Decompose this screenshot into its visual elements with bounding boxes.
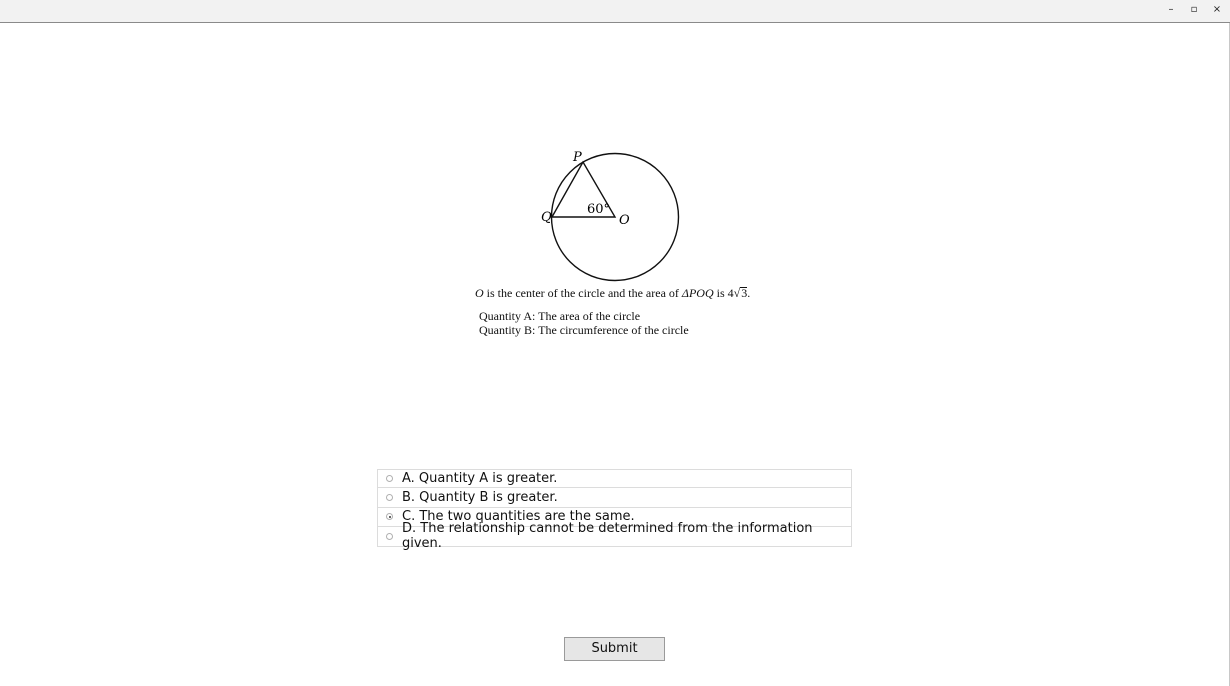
radio-a[interactable] <box>386 475 393 482</box>
option-d-label: D. The relationship cannot be determined… <box>402 521 813 552</box>
answer-options: A. Quantity A is greater. B. Quantity B … <box>377 469 852 551</box>
option-a-label: A. Quantity A is greater. <box>402 471 558 486</box>
statement-text1: is the center of the circle and the area… <box>483 286 682 300</box>
minimize-button[interactable]: – <box>1164 4 1178 15</box>
question-statement: O is the center of the circle and the ar… <box>475 286 750 301</box>
quantity-b: Quantity B: The circumference of the cir… <box>479 323 689 337</box>
label-angle: 60° <box>587 202 610 217</box>
window-controls: – ▫ × <box>1164 4 1224 15</box>
maximize-button[interactable]: ▫ <box>1187 4 1201 15</box>
statement-triangle: ΔPOQ <box>681 286 714 300</box>
quantity-a: Quantity A: The area of the circle <box>479 309 641 323</box>
window-titlebar: – ▫ × <box>0 0 1230 23</box>
option-d[interactable]: D. The relationship cannot be determined… <box>377 521 852 551</box>
label-p: P <box>572 150 582 165</box>
radio-d[interactable] <box>386 532 393 540</box>
option-a[interactable]: A. Quantity A is greater. <box>377 469 852 488</box>
option-b[interactable]: B. Quantity B is greater. <box>377 488 852 508</box>
option-b-label: B. Quantity B is greater. <box>402 489 558 505</box>
radio-c[interactable] <box>386 513 393 521</box>
close-button[interactable]: × <box>1210 4 1224 15</box>
label-q: Q <box>541 210 552 225</box>
radio-b[interactable] <box>386 493 393 501</box>
statement-end: . <box>747 286 751 300</box>
submit-button[interactable]: Submit <box>564 637 665 661</box>
label-o: O <box>619 213 630 228</box>
statement-text2: is 4 <box>713 286 734 300</box>
statement-o: O <box>475 286 484 300</box>
statement-sqrt-sign: √ <box>733 286 741 300</box>
